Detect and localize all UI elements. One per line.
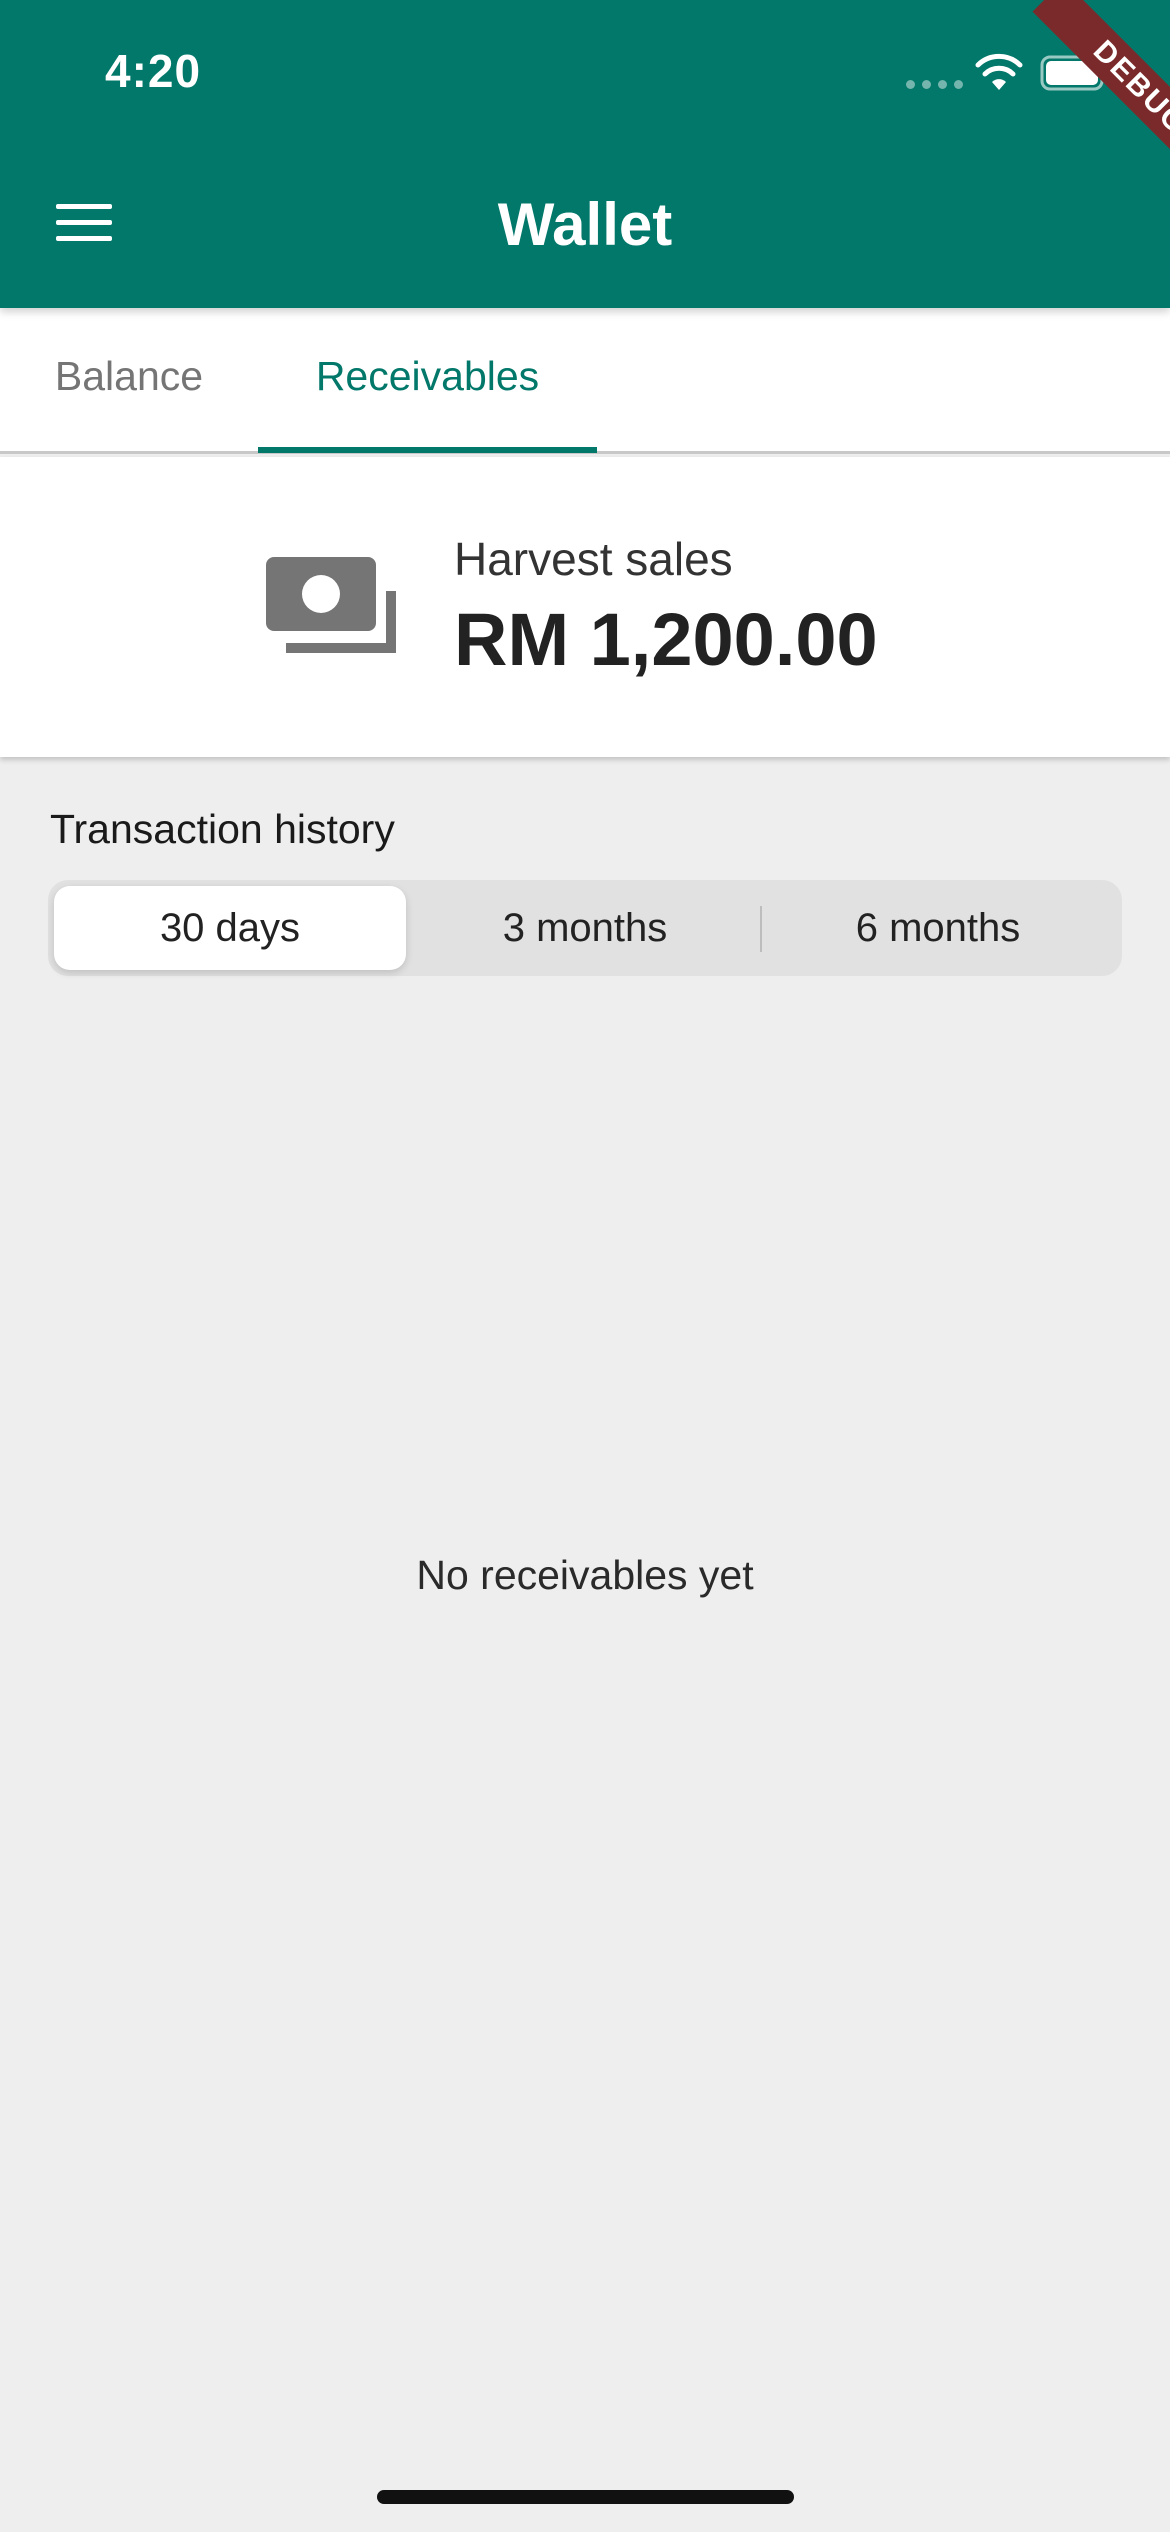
tab-balance[interactable]: Balance [0, 308, 258, 451]
status-time: 4:20 [105, 45, 202, 97]
history-title: Transaction history [50, 806, 395, 852]
summary-card: Harvest sales RM 1,200.00 [0, 457, 1170, 757]
debug-banner: DEBUG [990, 0, 1170, 180]
summary-label: Harvest sales [454, 533, 733, 585]
page-title: Wallet [497, 191, 673, 258]
tab-bar: Balance Receivables [0, 308, 1170, 454]
tab-indicator [258, 447, 597, 453]
money-icon [266, 557, 396, 653]
tab-receivables[interactable]: Receivables [258, 308, 597, 451]
signal-icon [906, 80, 963, 89]
debug-banner-label: DEBUG [1032, 0, 1170, 180]
summary-amount: RM 1,200.00 [454, 598, 878, 681]
home-indicator[interactable] [377, 2490, 794, 2504]
period-6-months[interactable]: 6 months [762, 886, 1114, 970]
period-3-months[interactable]: 3 months [409, 886, 761, 970]
period-selector: 30 days 3 months 6 months [48, 880, 1122, 976]
empty-state-message: No receivables yet [416, 1552, 754, 1598]
period-30-days[interactable]: 30 days [54, 886, 406, 970]
